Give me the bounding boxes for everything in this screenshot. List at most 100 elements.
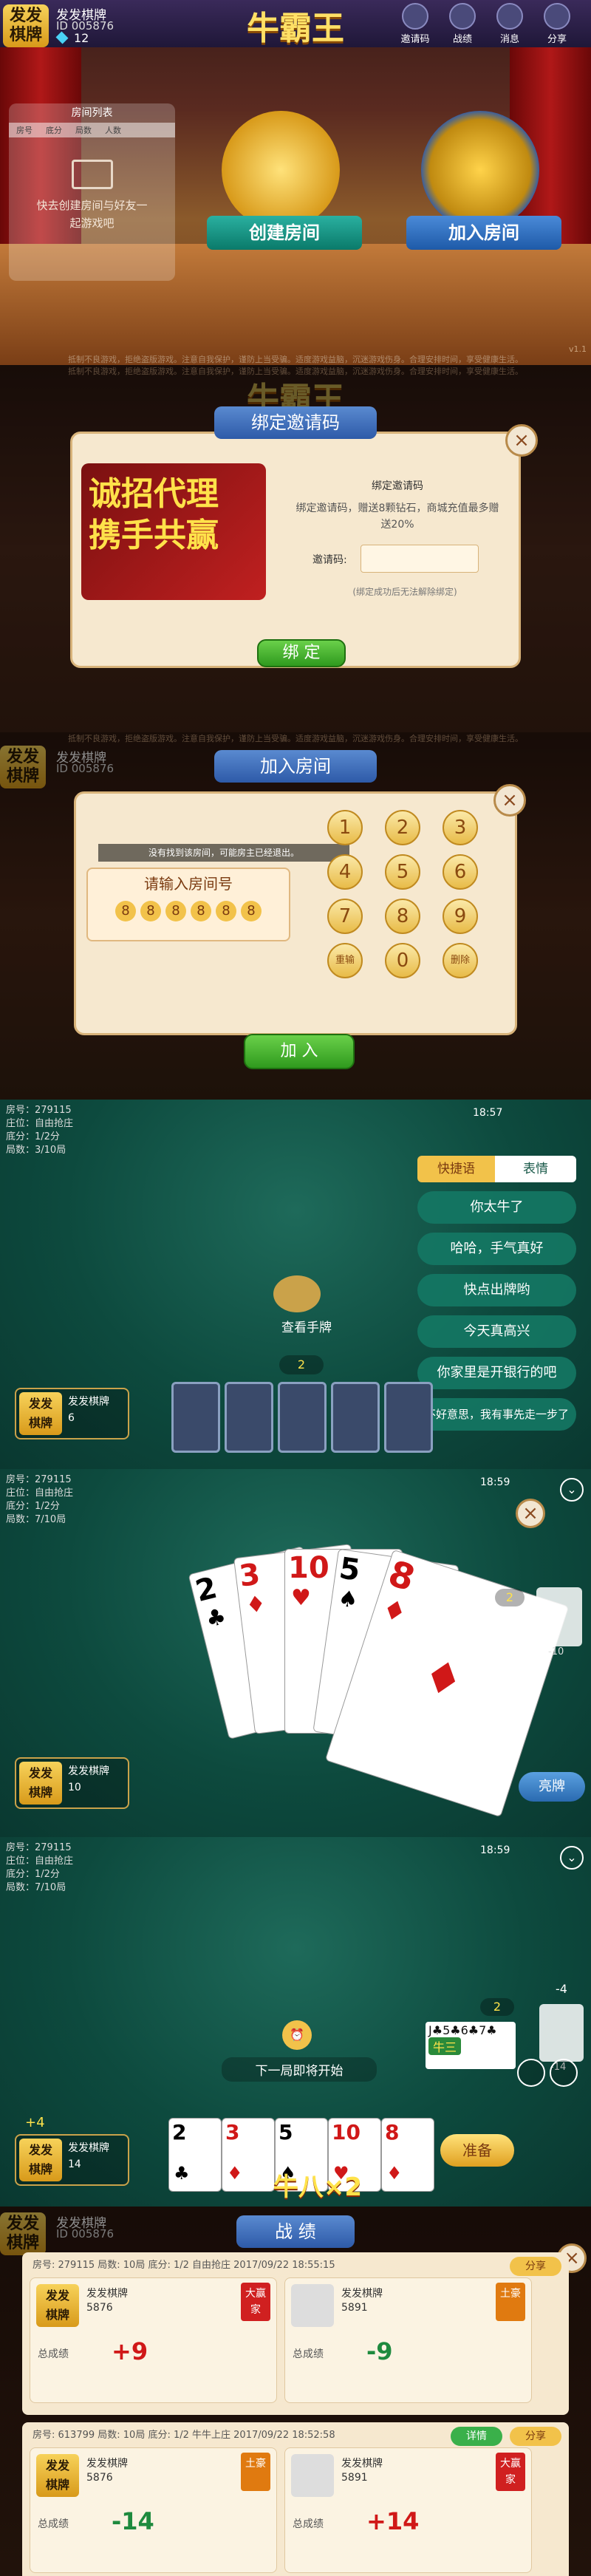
card-suit: ♥ — [291, 1585, 311, 1611]
join-button[interactable]: 加 入 — [244, 1034, 355, 1069]
player-avatar — [291, 2454, 334, 2497]
opponent-score: -10 — [548, 1646, 564, 1657]
key-3[interactable]: 3 — [443, 810, 478, 845]
tab-quick-phrases[interactable]: 快捷语 — [417, 1156, 495, 1182]
close-icon[interactable]: × — [516, 1499, 545, 1528]
app-logo: 发发 棋牌 — [3, 4, 49, 47]
total-score: -14 — [112, 2507, 154, 2535]
ready-button[interactable]: 准备 — [440, 2134, 514, 2167]
record-meta: 房号: 613799 局数: 10局 底分: 1/2 牛牛上庄 2017/09/… — [33, 2430, 335, 2441]
key-4[interactable]: 4 — [327, 854, 363, 890]
card-rank: 2 — [172, 2120, 187, 2144]
emoji-button[interactable] — [517, 2059, 545, 2087]
record-player-card: 发发棋牌 5891 土豪 总成绩 -9 — [284, 2277, 532, 2403]
card-back[interactable] — [171, 1382, 220, 1453]
record-player-card: 发发 棋牌 发发棋牌 5876 土豪 总成绩 -14 — [30, 2447, 277, 2573]
view-cards-label[interactable]: 查看手牌 — [262, 1317, 351, 1335]
tab-emoji[interactable]: 表情 — [495, 1156, 576, 1182]
room-info: 房号：279115 庄位：自由抢庄 底分：1/2分 局数：7/10局 — [6, 1842, 74, 1893]
promo-banner: 诚招代理 携手共赢 — [81, 463, 266, 600]
room-number-prompt: 请输入房间号 — [144, 875, 233, 893]
version-label: v1.1 — [568, 344, 587, 354]
bet-chip: 2 — [279, 1355, 324, 1374]
menu-chevron-icon[interactable]: ⌄ — [560, 1478, 584, 1502]
menu-chevron-icon[interactable]: ⌄ — [560, 1846, 584, 1870]
room-list-header: 房号 底分 局数 人数 — [9, 123, 175, 137]
bind-invite-screen: 抵制不良游戏，拒绝盗版游戏。注意自我保护，谨防上当受骗。适度游戏益脑，沉迷游戏伤… — [0, 365, 591, 732]
join-dialog-title: 加入房间 — [214, 750, 377, 783]
details-button[interactable]: 详情 — [451, 2427, 502, 2446]
total-score: +9 — [112, 2337, 148, 2365]
share-record-button[interactable]: 分享 — [510, 2427, 561, 2446]
chat-phrase[interactable]: 今天真高兴 — [417, 1315, 576, 1348]
player-avatar: 发发 棋牌 — [19, 1392, 62, 1435]
rank-button[interactable]: 战绩 — [444, 3, 481, 45]
digit-slot: 8 — [115, 901, 136, 921]
game-table-reveal: 房号：279115 庄位：自由抢庄 底分：1/2分 局数：7/10局 18:59 × … — [0, 1469, 591, 1837]
show-cards-button[interactable]: 亮牌 — [519, 1772, 585, 1802]
card-back[interactable] — [278, 1382, 327, 1453]
total-score: -9 — [366, 2337, 393, 2365]
player-avatar: 发发 棋牌 — [36, 2284, 79, 2327]
key-1[interactable]: 1 — [327, 810, 363, 845]
card-back[interactable] — [225, 1382, 273, 1453]
join-room-screen: 抵制不良游戏，拒绝盗版游戏。注意自我保护，谨防上当受骗。适度游戏益脑，沉迷游戏伤… — [0, 732, 591, 1100]
invite-code-icon — [402, 3, 428, 30]
chat-phrase[interactable]: 你太牛了 — [417, 1191, 576, 1224]
close-icon[interactable]: × — [505, 424, 538, 457]
clock: 18:59 — [480, 1844, 510, 1856]
digit-slot: 8 — [241, 901, 262, 921]
records-title: 战 绩 — [236, 2215, 355, 2248]
record-row: 房号: 613799 局数: 10局 底分: 1/2 牛牛上庄 2017/09/… — [22, 2422, 569, 2576]
chat-phrase[interactable]: 不好意思，我有事先走一步了 — [417, 1398, 576, 1431]
card-rank: 5 — [279, 2120, 293, 2144]
key-8[interactable]: 8 — [385, 899, 420, 934]
room-list-title: 房间列表 — [71, 107, 113, 119]
game-title: 牛霸王 — [247, 10, 344, 47]
join-room-button[interactable]: 加入房间 — [406, 111, 561, 273]
card-back[interactable] — [384, 1382, 433, 1453]
card-rank: 5 — [337, 1551, 363, 1588]
card-rank: 10 — [332, 2120, 361, 2144]
toast-message: 没有找到该房间，可能房主已经退出。 — [98, 844, 349, 862]
invite-code-button[interactable]: 邀请码 — [397, 3, 434, 45]
invite-code-label: 邀请码: — [312, 554, 347, 566]
digit-slot: 8 — [191, 901, 211, 921]
create-room-button[interactable]: 创建房间 — [207, 111, 362, 273]
key-5[interactable]: 5 — [385, 854, 420, 890]
opponent-hand-result: 牛三 — [428, 2037, 462, 2055]
opponent-hand: J♣5♣6♣7♣ 牛三 — [426, 2022, 516, 2069]
key-clear[interactable]: 重输 — [327, 943, 363, 978]
player-name: 发发棋牌 — [341, 2288, 383, 2300]
bind-description: 绑定邀请码，赠送8颗钻石，商城充值最多赠送20% — [296, 502, 499, 531]
card-rank: 10 — [288, 1551, 329, 1585]
key-2[interactable]: 2 — [385, 810, 420, 845]
total-label: 总成绩 — [293, 2518, 324, 2530]
key-delete[interactable]: 删除 — [443, 943, 478, 978]
records-screen: 发发 棋牌 发发棋牌 ID 005876 战 绩 × 房号: 279115 局数:… — [0, 2207, 591, 2576]
diamond-count: 12 — [74, 31, 89, 45]
card-rank: 8 — [385, 2120, 400, 2144]
player-id: 5891 — [341, 2472, 368, 2484]
tycoon-badge: 土豪 — [241, 2453, 270, 2491]
next-round-message: 下一局即将开始 — [222, 2057, 377, 2082]
key-0[interactable]: 0 — [385, 943, 420, 978]
bind-button[interactable]: 绑 定 — [257, 639, 346, 667]
player-avatar: 发发 棋牌 — [19, 1762, 62, 1805]
close-icon[interactable]: × — [493, 784, 526, 817]
share-record-button[interactable]: 分享 — [510, 2257, 561, 2276]
player-name: 发发棋牌 — [86, 2288, 128, 2300]
key-9[interactable]: 9 — [443, 899, 478, 934]
chat-phrase[interactable]: 快点出牌哟 — [417, 1274, 576, 1306]
digit-slot: 8 — [216, 901, 236, 921]
player-delta: +4 — [25, 2115, 45, 2130]
key-7[interactable]: 7 — [327, 899, 363, 934]
invite-code-input[interactable] — [361, 545, 479, 573]
message-button[interactable]: 消息 — [491, 3, 528, 45]
chat-phrase[interactable]: 你家里是开银行的吧 — [417, 1357, 576, 1389]
card-back[interactable] — [331, 1382, 380, 1453]
chat-button[interactable] — [550, 2059, 578, 2087]
key-6[interactable]: 6 — [443, 854, 478, 890]
share-button[interactable]: 分享 — [539, 3, 575, 45]
chat-phrase[interactable]: 哈哈，手气真好 — [417, 1233, 576, 1265]
